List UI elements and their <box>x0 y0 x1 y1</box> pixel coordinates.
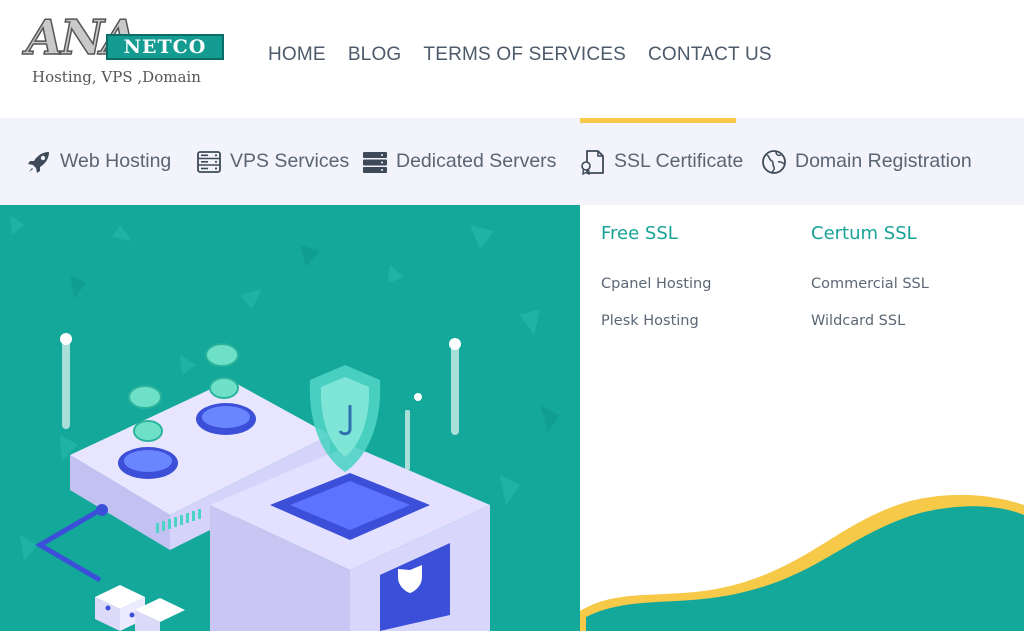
dropdown-column-certum-ssl: Certum SSL Commercial SSL Wildcard SSL <box>811 223 929 348</box>
server-stack-icon <box>363 151 387 173</box>
site-header: ANA NETCO Hosting, VPS ,Domain HOME BLOG… <box>0 0 1024 118</box>
decorative-wave <box>580 494 1024 631</box>
nav-home[interactable]: HOME <box>268 44 326 66</box>
category-label: VPS Services <box>230 150 350 172</box>
category-vps-services[interactable]: VPS Services <box>196 118 349 205</box>
category-web-hosting[interactable]: Web Hosting <box>26 118 171 205</box>
dropdown-heading[interactable]: Certum SSL <box>811 223 929 244</box>
category-label: Domain Registration <box>795 150 972 172</box>
dropdown-heading[interactable]: Free SSL <box>601 223 711 244</box>
dropdown-item[interactable]: Wildcard SSL <box>811 311 929 348</box>
ssl-dropdown-menu: Free SSL Cpanel Hosting Plesk Hosting Ce… <box>580 205 1024 631</box>
logo-tagline: Hosting, VPS ,Domain <box>32 68 201 86</box>
category-dedicated-servers[interactable]: Dedicated Servers <box>362 118 556 205</box>
nav-terms[interactable]: TERMS OF SERVICES <box>423 44 626 66</box>
nav-blog[interactable]: BLOG <box>348 44 402 66</box>
dropdown-item[interactable]: Cpanel Hosting <box>601 274 711 311</box>
category-label: Web Hosting <box>60 150 172 172</box>
server-icon <box>197 150 221 173</box>
logo-brand: NETCO <box>106 34 224 60</box>
certificate-icon <box>581 149 604 175</box>
category-label: SSL Certificate <box>614 150 744 172</box>
dropdown-item[interactable]: Commercial SSL <box>811 274 929 311</box>
page: ANA NETCO Hosting, VPS ,Domain HOME BLOG… <box>0 0 1024 631</box>
rocket-icon <box>28 151 49 173</box>
dropdown-item[interactable]: Plesk Hosting <box>601 311 711 348</box>
site-logo[interactable]: ANA NETCO Hosting, VPS ,Domain <box>25 11 226 96</box>
category-label: Dedicated Servers <box>396 150 557 172</box>
nav-contact[interactable]: CONTACT US <box>648 44 772 66</box>
category-nav: Web Hosting VPS Services Dedicated Serve… <box>0 118 1024 205</box>
hero-illustration <box>0 205 580 631</box>
dropdown-column-free-ssl: Free SSL Cpanel Hosting Plesk Hosting <box>601 223 711 348</box>
category-ssl-certificate[interactable]: SSL Certificate <box>580 118 743 205</box>
top-nav: HOME BLOG TERMS OF SERVICES CONTACT US <box>268 44 772 66</box>
server-illustration <box>10 215 560 631</box>
category-domain-registration[interactable]: Domain Registration <box>761 118 972 205</box>
globe-icon <box>762 149 786 174</box>
